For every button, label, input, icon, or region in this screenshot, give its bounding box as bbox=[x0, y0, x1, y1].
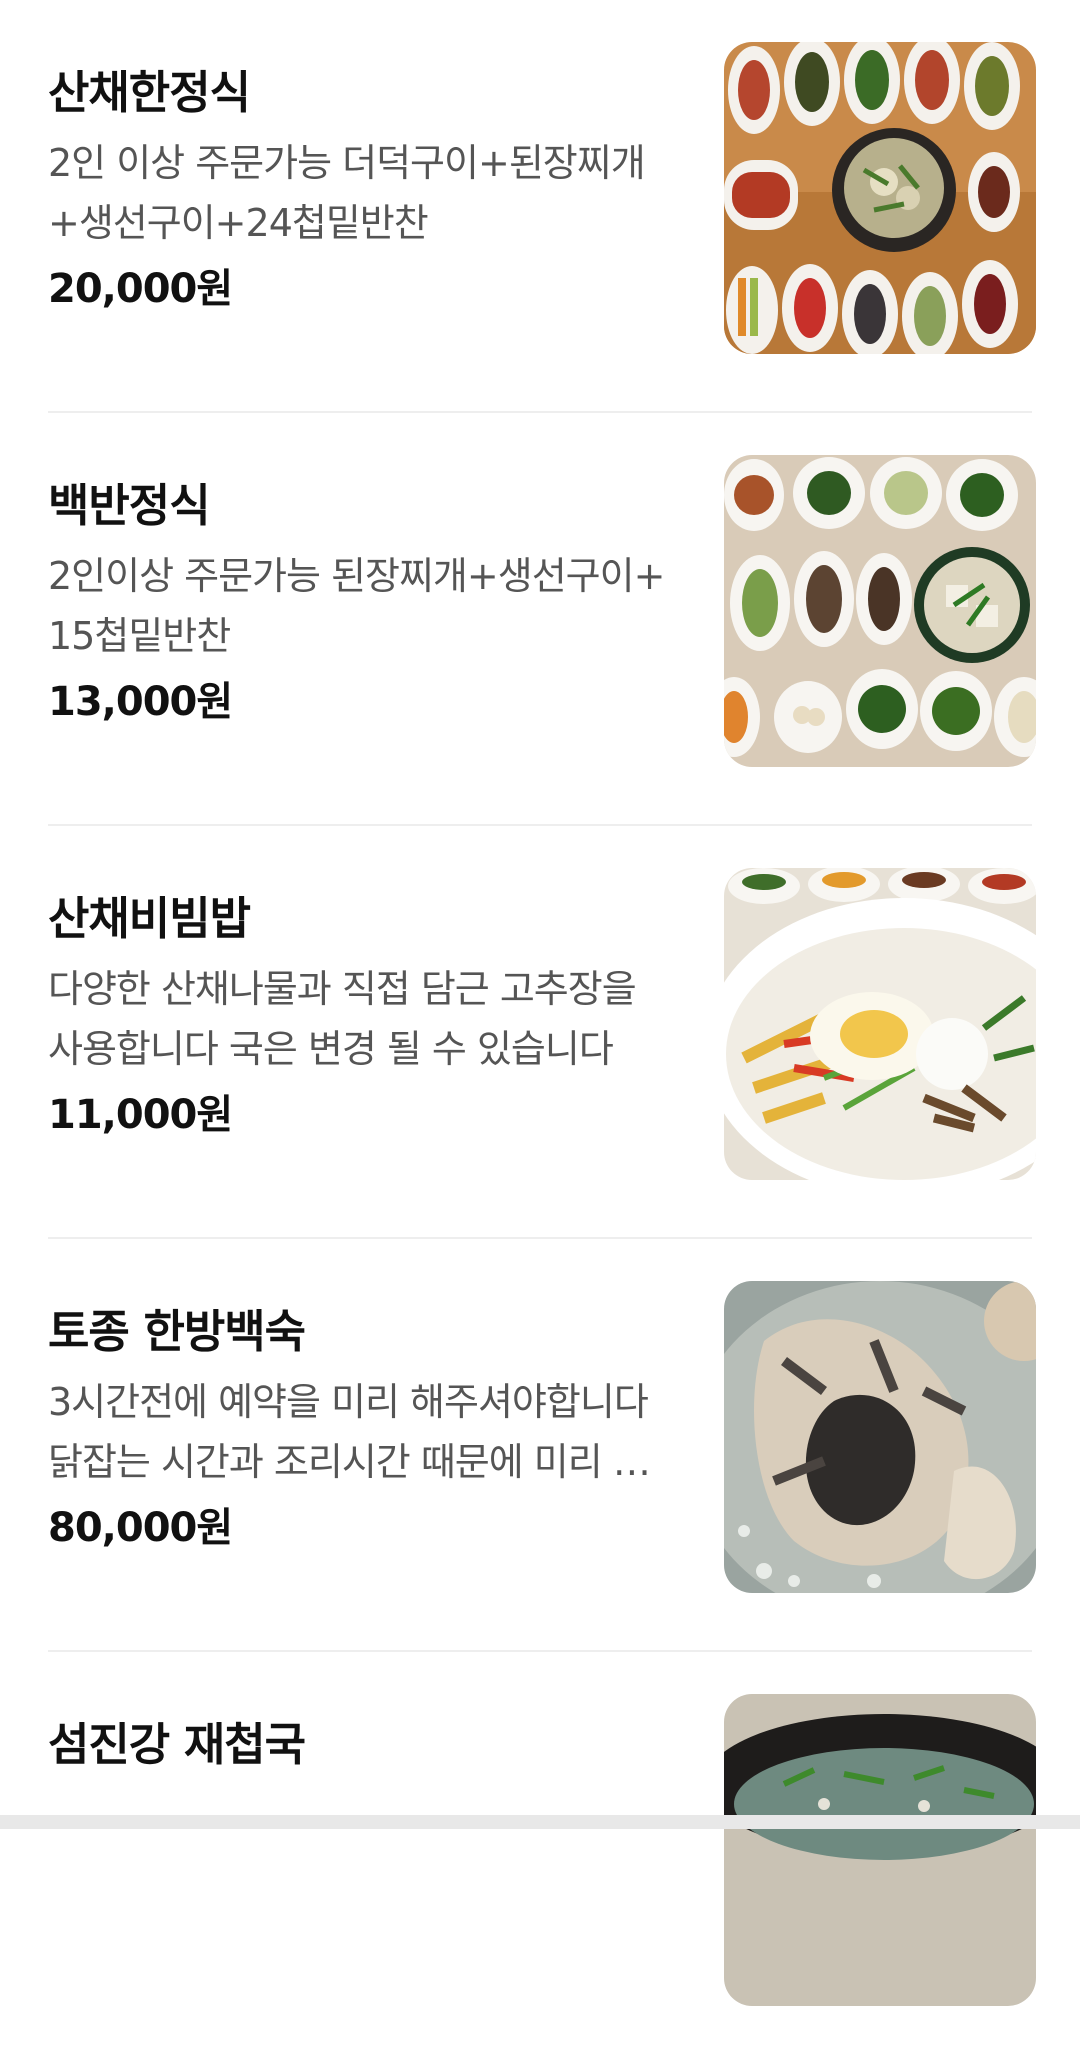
menu-item-description: 3시간전에 예약을 미리 해주셔야합니다 닭잡는 시간과 조리시간 때문에 미리… bbox=[48, 1380, 649, 1484]
menu-item-price: 20,000원 bbox=[48, 266, 233, 312]
menu-item[interactable]: 토종 한방백숙 3시간전에 예약을 미리 해주셔야합니다 닭잡는 시간과 조리시… bbox=[0, 1239, 1080, 1652]
menu-item-name: 산채비빔밥 bbox=[48, 892, 251, 945]
menu-item[interactable]: 산채비빔밥 다양한 산채나물과 직접 담근 고추장을 사용합니다 국은 변경 될… bbox=[0, 826, 1080, 1239]
menu-item-photo[interactable] bbox=[724, 42, 1036, 354]
bottom-edge-bar bbox=[0, 1815, 1080, 1829]
menu-item-price: 11,000원 bbox=[48, 1092, 233, 1138]
menu-item[interactable]: 산채한정식 2인 이상 주문가능 더덕구이+된장찌개+생선구이+24첩밑반찬 2… bbox=[0, 0, 1080, 413]
menu-item-name: 백반정식 bbox=[48, 479, 211, 532]
menu-item-photo[interactable] bbox=[724, 1281, 1036, 1593]
menu-item-photo[interactable] bbox=[724, 868, 1036, 1180]
menu-item[interactable]: 백반정식 2인이상 주문가능 된장찌개+생선구이+15첩밑반찬 13,000원 bbox=[0, 413, 1080, 826]
menu-item-photo[interactable] bbox=[724, 1694, 1036, 2006]
menu-item-name: 토종 한방백숙 bbox=[48, 1305, 306, 1358]
menu-item-description: 다양한 산채나물과 직접 담근 고추장을 사용합니다 국은 변경 될 수 있습니… bbox=[48, 967, 637, 1071]
menu-item-info: 산채한정식 2인 이상 주문가능 더덕구이+된장찌개+생선구이+24첩밑반찬 2… bbox=[48, 63, 678, 317]
menu-item[interactable]: 섬진강 재첩국 bbox=[0, 1652, 1080, 2065]
menu-item-description: 2인 이상 주문가능 더덕구이+된장찌개+생선구이+24첩밑반찬 bbox=[48, 141, 646, 245]
menu-item-info: 백반정식 2인이상 주문가능 된장찌개+생선구이+15첩밑반찬 13,000원 bbox=[48, 476, 678, 730]
menu-item-description: 2인이상 주문가능 된장찌개+생선구이+15첩밑반찬 bbox=[48, 554, 665, 658]
menu-list: 산채한정식 2인 이상 주문가능 더덕구이+된장찌개+생선구이+24첩밑반찬 2… bbox=[0, 0, 1080, 2065]
menu-item-name: 섬진강 재첩국 bbox=[48, 1718, 306, 1771]
menu-item-description bbox=[48, 1785, 678, 1905]
menu-item-info: 섬진강 재첩국 bbox=[48, 1715, 678, 1913]
menu-item-name: 산채한정식 bbox=[48, 66, 251, 119]
menu-item-info: 산채비빔밥 다양한 산채나물과 직접 담근 고추장을 사용합니다 국은 변경 될… bbox=[48, 889, 678, 1143]
menu-item-photo[interactable] bbox=[724, 455, 1036, 767]
menu-item-info: 토종 한방백숙 3시간전에 예약을 미리 해주셔야합니다 닭잡는 시간과 조리시… bbox=[48, 1302, 678, 1556]
menu-item-price: 13,000원 bbox=[48, 679, 233, 725]
menu-item-price: 80,000원 bbox=[48, 1505, 233, 1551]
